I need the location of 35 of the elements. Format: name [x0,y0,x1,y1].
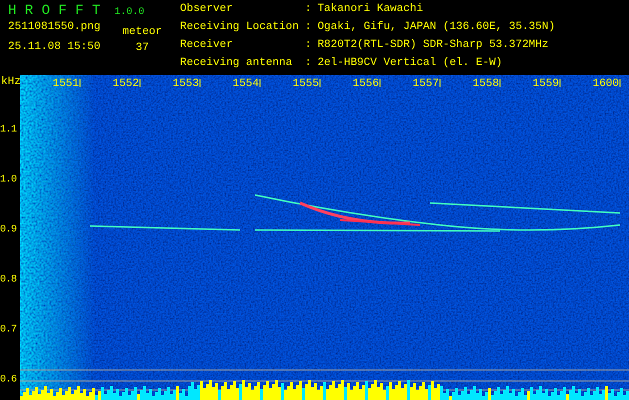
x-tick-label: 1553 [172,79,199,90]
x-tick-label: 1552 [112,79,139,90]
info-separator: : [304,21,312,35]
info-label: Receiver [180,39,234,53]
x-tick-label: 1559 [532,79,559,90]
x-tick-label: 1558 [472,79,499,90]
y-tick-label: 0.8 [0,274,17,286]
app-version: 1.0.0 [114,7,144,18]
y-tick-label: 1.1 [0,124,17,136]
axis-unit: kHz [1,77,21,88]
x-tick-label: 1556 [352,79,379,90]
info-label: Receiving antenna [180,57,294,71]
info-value: Takanori Kawachi [317,3,424,17]
info-value: Ogaki, Gifu, JAPAN (136.60E, 35.35N) [317,21,556,35]
x-tick-label: 1551 [52,79,79,90]
info-separator: : [304,39,312,53]
timestamp: 25.11.08 15:50 [8,41,100,53]
app-title: H R O F F T [8,3,100,19]
x-tick-label: 1554 [232,79,259,90]
file-name: 2511081550.png [8,21,100,33]
info-separator: : [304,57,312,71]
meteor-label: meteor [122,26,162,38]
info-value: R820T2(RTL-SDR) SDR-Sharp 53.372MHz [317,39,550,53]
info-label: Receiving Location [180,21,299,35]
x-tick-label: 1600 [592,79,619,90]
x-tick-label: 1555 [292,79,319,90]
info-value: 2el-HB9CV Vertical (el. E-W) [317,57,504,71]
y-tick-label: 0.7 [0,324,17,336]
y-tick-label: 0.9 [0,224,17,236]
info-separator: : [304,3,312,17]
y-tick-label: 1.0 [0,174,17,186]
meteor-count: 37 [136,42,149,54]
x-tick-label: 1557 [412,79,439,90]
y-tick-label: 0.6 [0,374,17,386]
info-label: Observer [180,3,234,17]
